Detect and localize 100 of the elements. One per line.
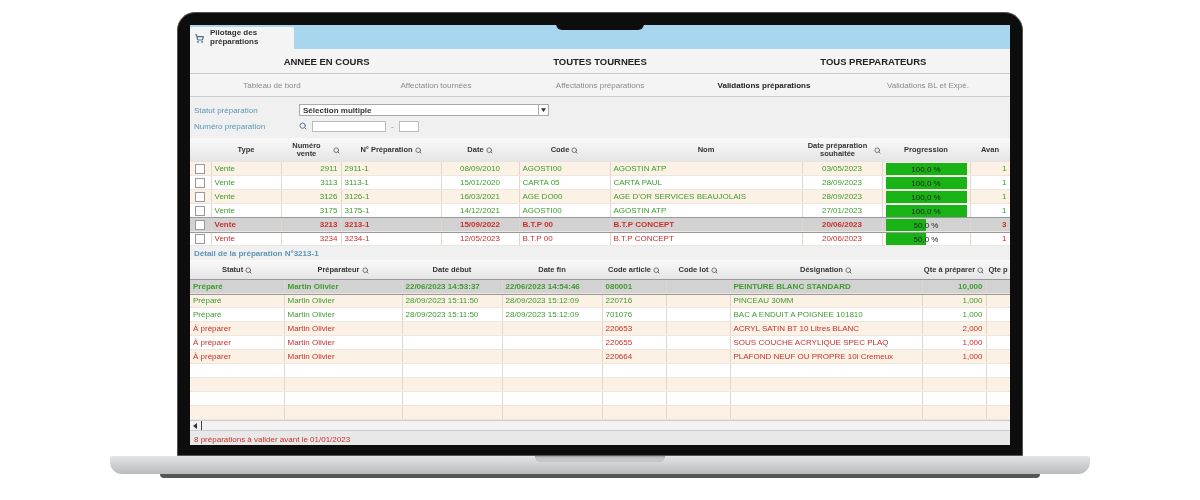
table-cell: 28/09/2023 [821,192,862,201]
table-cell: Préparé [193,310,222,319]
table-cell: 20/06/2023 [821,234,862,243]
table-cell: 3113-1 [344,178,369,187]
table-cell: 28/09/2023 [821,178,862,187]
search-icon[interactable] [844,266,852,274]
table-cell: AGOSTIN ATP [613,164,667,173]
table-cell: 3175 [319,206,338,215]
horizontal-scrollbar[interactable] [190,420,1010,431]
table-cell: 220655 [605,338,633,347]
progress-value: 100,0 % [910,192,942,202]
table-cell: 3126-1 [344,192,370,201]
search-icon[interactable] [874,146,881,154]
table-cell: 03/05/2023 [821,164,862,173]
status-select[interactable]: Sélection multiple [299,104,549,116]
table-cell: Martin Olivier [287,282,339,291]
table-cell: 220716 [605,296,633,305]
cart-icon[interactable] [195,33,204,43]
table-cell: À préparer [193,338,231,347]
table-cell: 2911-1 [344,164,369,173]
status-message: 8 préparations à valider avant le 01/01/2023 [190,431,1010,445]
table-cell: 3126 [319,192,338,201]
table-cell: BAC A ENDUIT A POIGNEE 101810 [733,310,863,319]
table-cell: AGE D'OR SERVICES BEAUJOLAIS [613,192,747,201]
table-cell: Vente [214,220,236,229]
field-label: Statut préparation [194,105,259,115]
table-cell: 220653 [605,324,633,333]
table-cell: Vente [214,178,235,187]
search-icon[interactable] [571,146,579,154]
progress-value: 100,0 % [910,178,942,188]
search-icon[interactable] [361,266,369,274]
table-cell: 1 [1002,178,1007,187]
table-cell: 3213-1 [344,220,370,229]
table-cell: PEINTURE BLANC STANDARD [733,282,851,291]
nav-tab[interactable]: Validations préparations [717,80,811,90]
search-icon[interactable] [977,266,985,274]
table-cell: 14/12/2021 [459,206,500,215]
table-cell: 28/09/2023 15:11:50 [405,296,479,305]
search-icon[interactable] [652,266,660,274]
table-cell: 12/05/2023 [459,234,500,243]
search-icon[interactable] [245,266,253,274]
table-cell: 1,000 [962,296,983,305]
input-field[interactable] [312,120,386,132]
row-checkbox[interactable] [195,205,206,216]
table-cell: 1 [1002,164,1007,173]
table-cell: PINCEAU 30MM [733,296,794,305]
table-cell: 08/09/2010 [459,164,500,173]
table-cell: AGE DO00 [522,192,563,201]
table-cell: 27/01/2023 [821,206,862,215]
table-cell: 3 [1002,220,1007,229]
table-cell: Préparé [193,282,223,291]
row-checkbox[interactable] [195,233,206,244]
table-cell: 28/09/2023 15:11:50 [405,310,479,319]
table-cell: 3113 [320,178,338,187]
table-cell: 2,000 [962,324,983,333]
search-icon[interactable] [299,122,307,130]
table-cell: CARTA PAUL [613,178,662,187]
search-icon[interactable] [333,146,340,154]
search-icon[interactable] [710,266,718,274]
table-cell: 10,000 [958,282,983,291]
table-cell: Martin Olivier [287,338,335,347]
table-cell: B.T.P 00 [522,234,553,243]
scope-filter[interactable]: TOUTES TOURNEES [553,55,647,67]
table-cell: 28/09/2023 15:12:09 [505,296,579,305]
scope-filter[interactable]: TOUS PREPARATEURS [820,55,927,67]
table-cell: Martin Olivier [287,324,335,333]
search-icon[interactable] [485,146,493,154]
table-cell: 3175-1 [344,206,370,215]
table-cell: AGOSTI00 [522,164,562,173]
section-title: Détail de la préparation N°3213-1 [193,248,320,260]
table-cell: À préparer [193,352,231,361]
table-cell: 20/06/2023 [821,220,862,229]
table-cell: 2911 [320,164,338,173]
table-cell: 080001 [605,282,633,291]
caret-icon [541,108,546,112]
table-cell: Martin Olivier [287,310,335,319]
table-cell: 701076 [605,310,633,319]
table-cell: AGOSTI00 [522,206,562,215]
progress-value: 100,0 % [910,206,942,216]
scope-filter[interactable]: ANNEE EN COURS [283,55,370,67]
table-cell: 1 [1002,206,1007,215]
table-cell: Vente [214,206,235,215]
table-cell: SOUS COUCHE ACRYLIQUE SPEC PLAQ [733,338,889,347]
row-checkbox[interactable] [195,219,206,230]
row-checkbox[interactable] [195,177,206,188]
table-cell: 3234 [319,234,338,243]
table-cell: 1 [1002,234,1007,243]
table-cell: 1,000 [962,310,983,319]
table-cell: Martin Olivier [287,352,335,361]
table-cell: PLAFOND NEUF OU PROPRE 10l Cremeux [733,352,894,361]
table-cell: AGOSTIN ATP [613,206,667,215]
table-cell: B.T.P CONCEPT [613,234,674,243]
row-checkbox[interactable] [195,163,206,174]
table-cell: Martin Olivier [287,296,335,305]
search-icon[interactable] [414,146,422,154]
input-field[interactable] [398,120,419,132]
table-cell: 16/03/2021 [459,192,500,201]
row-checkbox[interactable] [195,191,206,202]
table-cell: À préparer [193,324,231,333]
app-tab[interactable]: Pilotage des préparations [190,27,294,49]
